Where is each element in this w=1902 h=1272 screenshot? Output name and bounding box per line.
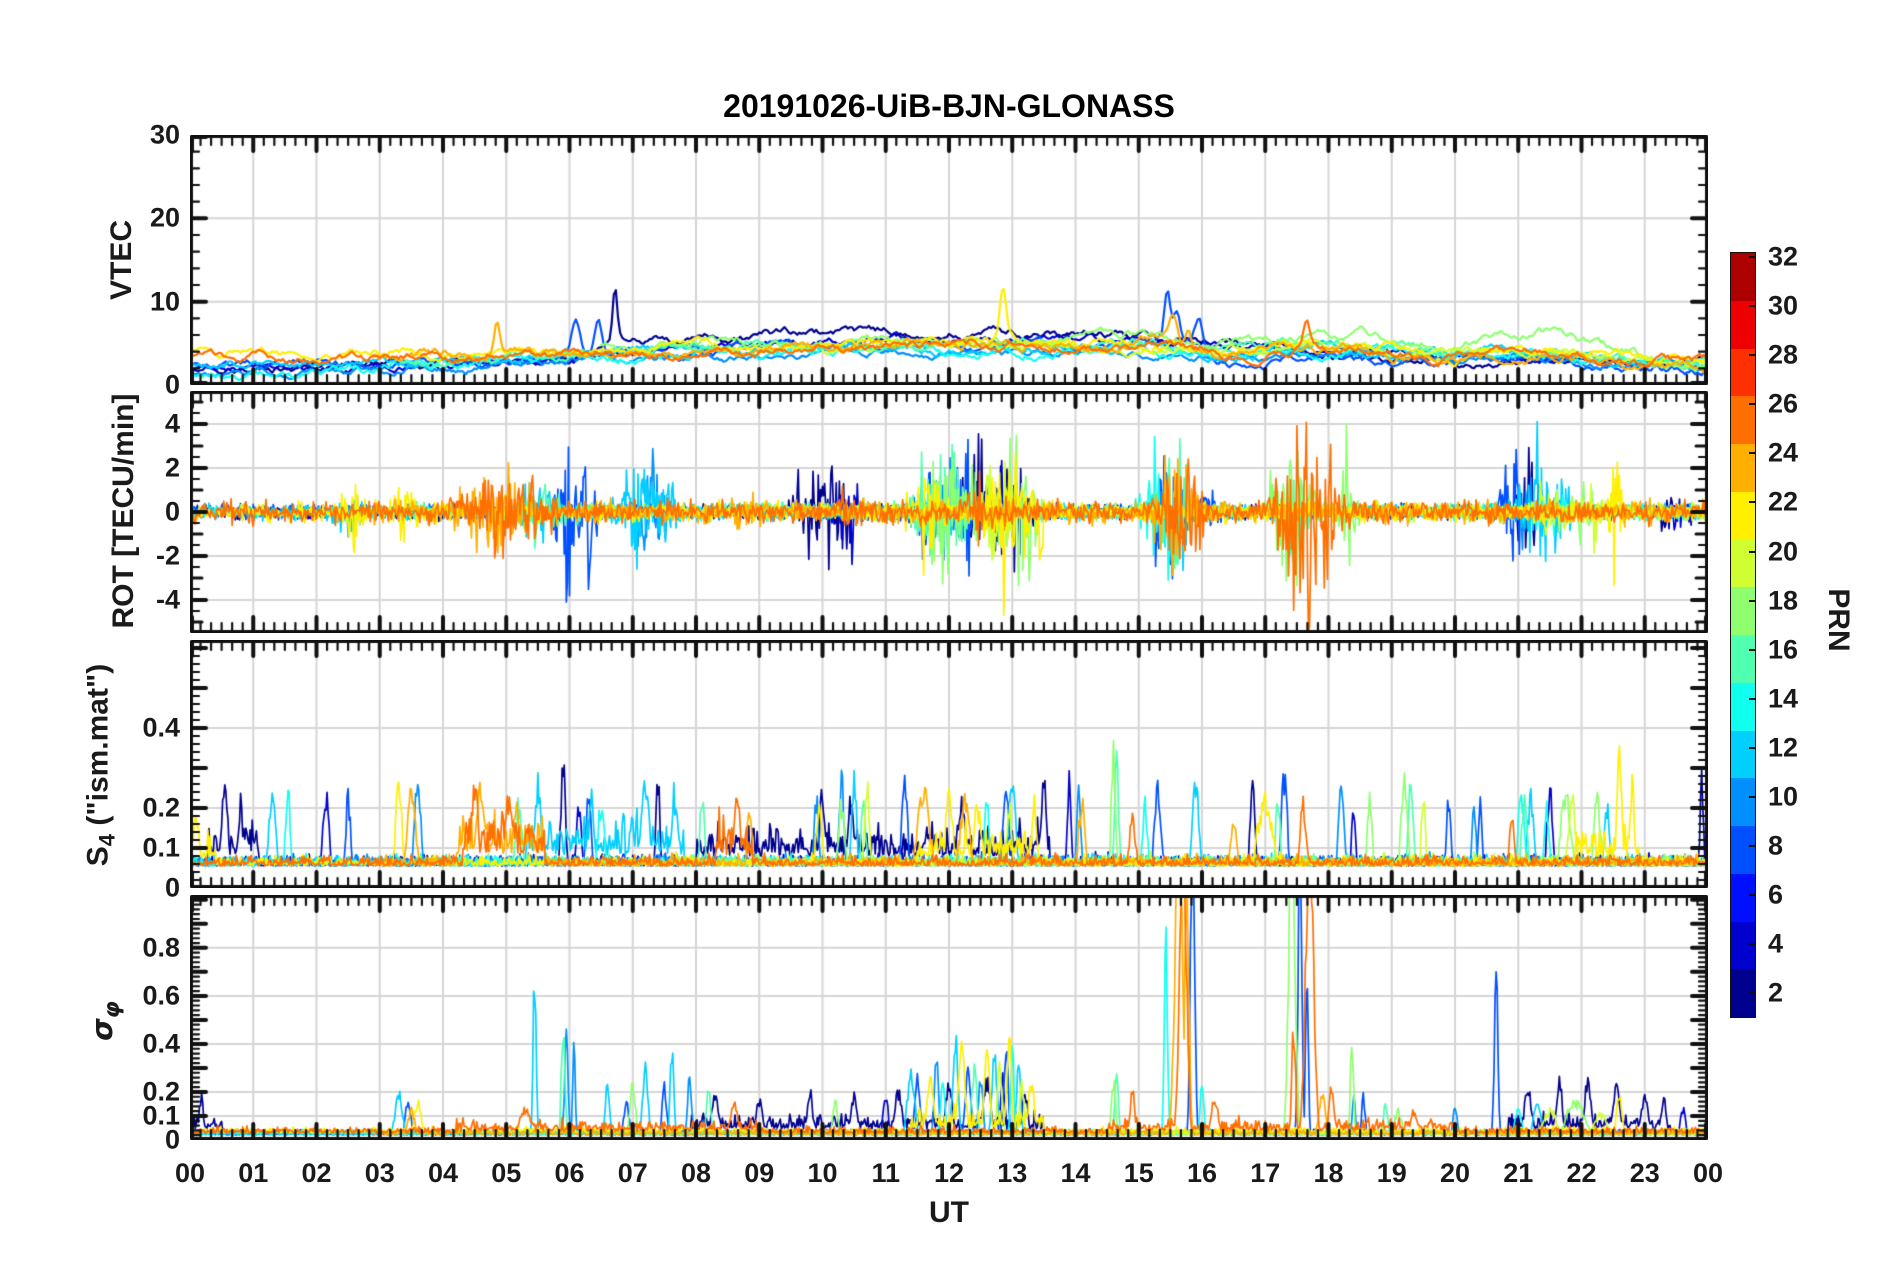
colorbar-band	[1731, 826, 1755, 874]
x-tick-label: 04	[427, 1158, 459, 1188]
colorbar-tick-label: 32	[1768, 241, 1799, 272]
y-tick-label: 4	[164, 408, 180, 439]
colorbar-band	[1731, 682, 1755, 731]
colorbar-tick	[1749, 648, 1756, 651]
y-tick-label: 0.1	[142, 832, 180, 863]
colorbar-tick-label: 16	[1768, 634, 1799, 665]
y-tick-label: 20	[149, 202, 180, 233]
y-tick-label: 10	[149, 286, 180, 317]
x-tick-label: 00	[1692, 1158, 1724, 1188]
colorbar-band	[1731, 873, 1755, 922]
colorbar-band	[1731, 778, 1755, 826]
colorbar-tick	[1749, 746, 1756, 749]
colorbar-band	[1731, 587, 1755, 635]
colorbar-tick-label: 28	[1768, 339, 1799, 370]
colorbar-tick	[1749, 501, 1756, 504]
colorbar-tick-label: 20	[1768, 536, 1799, 567]
panel-sigma-phi-canvas	[190, 895, 1708, 1140]
colorbar-tick-label: 10	[1768, 781, 1799, 812]
colorbar-tick	[1749, 354, 1756, 357]
x-tick-label: 16	[1186, 1158, 1218, 1188]
y-tick-label: 0.8	[142, 932, 180, 963]
x-tick-label: 10	[807, 1158, 838, 1188]
x-tick-label: 21	[1503, 1158, 1534, 1188]
y-tick-label: 0.4	[142, 712, 180, 743]
colorbar-label: PRN	[1822, 588, 1855, 652]
colorbar-tick-label: 18	[1768, 585, 1799, 616]
chart-title: 20191026-UiB-BJN-GLONASS	[723, 88, 1175, 124]
colorbar-tick-label: 30	[1768, 290, 1799, 321]
y-tick-label: -4	[155, 584, 180, 615]
colorbar-tick	[1749, 599, 1756, 602]
y-tick-label: 0	[164, 496, 180, 527]
y-axis-label-s4: S4 ("ism.mat")	[81, 663, 120, 867]
colorbar-band	[1731, 444, 1755, 492]
colorbar-band	[1731, 921, 1755, 970]
figure: 20191026-UiB-BJN-GLONASS VTEC ROT [TECU/…	[0, 0, 1902, 1272]
x-tick-label: 03	[364, 1158, 395, 1188]
colorbar-band	[1731, 635, 1755, 683]
x-tick-label: 06	[554, 1158, 585, 1188]
x-tick-label: 05	[491, 1158, 522, 1188]
colorbar-tick-label: 2	[1768, 977, 1784, 1008]
y-tick-label: 0.4	[142, 1028, 180, 1059]
y-tick-label: 30	[149, 119, 180, 150]
colorbar-tick-label: 24	[1768, 437, 1799, 468]
x-tick-label: 01	[238, 1158, 269, 1188]
x-tick-label: 11	[871, 1158, 901, 1188]
colorbar-tick	[1749, 305, 1756, 307]
panel-vtec-canvas	[190, 135, 1708, 385]
colorbar-tick	[1749, 697, 1756, 700]
colorbar-tick	[1749, 943, 1756, 946]
x-tick-label: 18	[1313, 1158, 1344, 1188]
colorbar-band	[1731, 730, 1755, 779]
y-tick-label: 0.6	[142, 980, 180, 1011]
x-tick-label: 20	[1439, 1158, 1471, 1188]
colorbar-tick-label: 12	[1768, 732, 1799, 763]
colorbar-tick	[1749, 550, 1756, 553]
colorbar-tick	[1749, 403, 1756, 406]
x-tick-label: 09	[744, 1158, 775, 1188]
colorbar-tick-label: 22	[1768, 486, 1799, 517]
colorbar-tick	[1749, 845, 1756, 848]
x-tick-label: 22	[1566, 1158, 1597, 1188]
colorbar-tick-label: 6	[1768, 879, 1784, 910]
colorbar-tick-label: 26	[1768, 388, 1799, 419]
colorbar-tick	[1749, 255, 1756, 258]
y-tick-label: 0.2	[142, 1076, 180, 1107]
panel-s4-canvas	[190, 640, 1708, 888]
x-tick-label: 02	[301, 1158, 332, 1188]
colorbar-band	[1731, 300, 1755, 349]
colorbar-tick	[1749, 894, 1756, 897]
y-tick-label: 2	[164, 452, 180, 483]
colorbar-tick	[1749, 992, 1756, 995]
colorbar-tick-label: 8	[1768, 830, 1784, 861]
y-tick-label: -2	[155, 540, 180, 571]
panel-rot-canvas	[190, 391, 1708, 633]
x-tick-label: 19	[1376, 1158, 1407, 1188]
x-tick-label: 12	[933, 1158, 965, 1188]
y-tick-label: 0.2	[142, 792, 180, 823]
colorbar	[1730, 252, 1756, 1018]
colorbar-tick-label: 14	[1768, 683, 1799, 714]
x-tick-label: 08	[680, 1158, 712, 1188]
y-tick-label: 0	[164, 369, 180, 400]
x-tick-label: 23	[1629, 1158, 1660, 1188]
x-axis-label: UT	[929, 1196, 969, 1229]
colorbar-band	[1731, 491, 1755, 540]
x-tick-label: 14	[1060, 1158, 1091, 1188]
colorbar-band	[1731, 253, 1755, 301]
y-tick-label: 0	[164, 872, 180, 903]
x-tick-label: 00	[174, 1158, 206, 1188]
x-tick-label: 07	[617, 1158, 648, 1188]
x-tick-label: 17	[1250, 1158, 1281, 1188]
colorbar-band	[1731, 539, 1755, 588]
x-tick-label: 15	[1123, 1158, 1154, 1188]
colorbar-tick	[1749, 796, 1756, 799]
x-tick-label: 13	[997, 1158, 1028, 1188]
colorbar-tick-label: 4	[1768, 928, 1784, 959]
colorbar-tick	[1749, 452, 1756, 455]
